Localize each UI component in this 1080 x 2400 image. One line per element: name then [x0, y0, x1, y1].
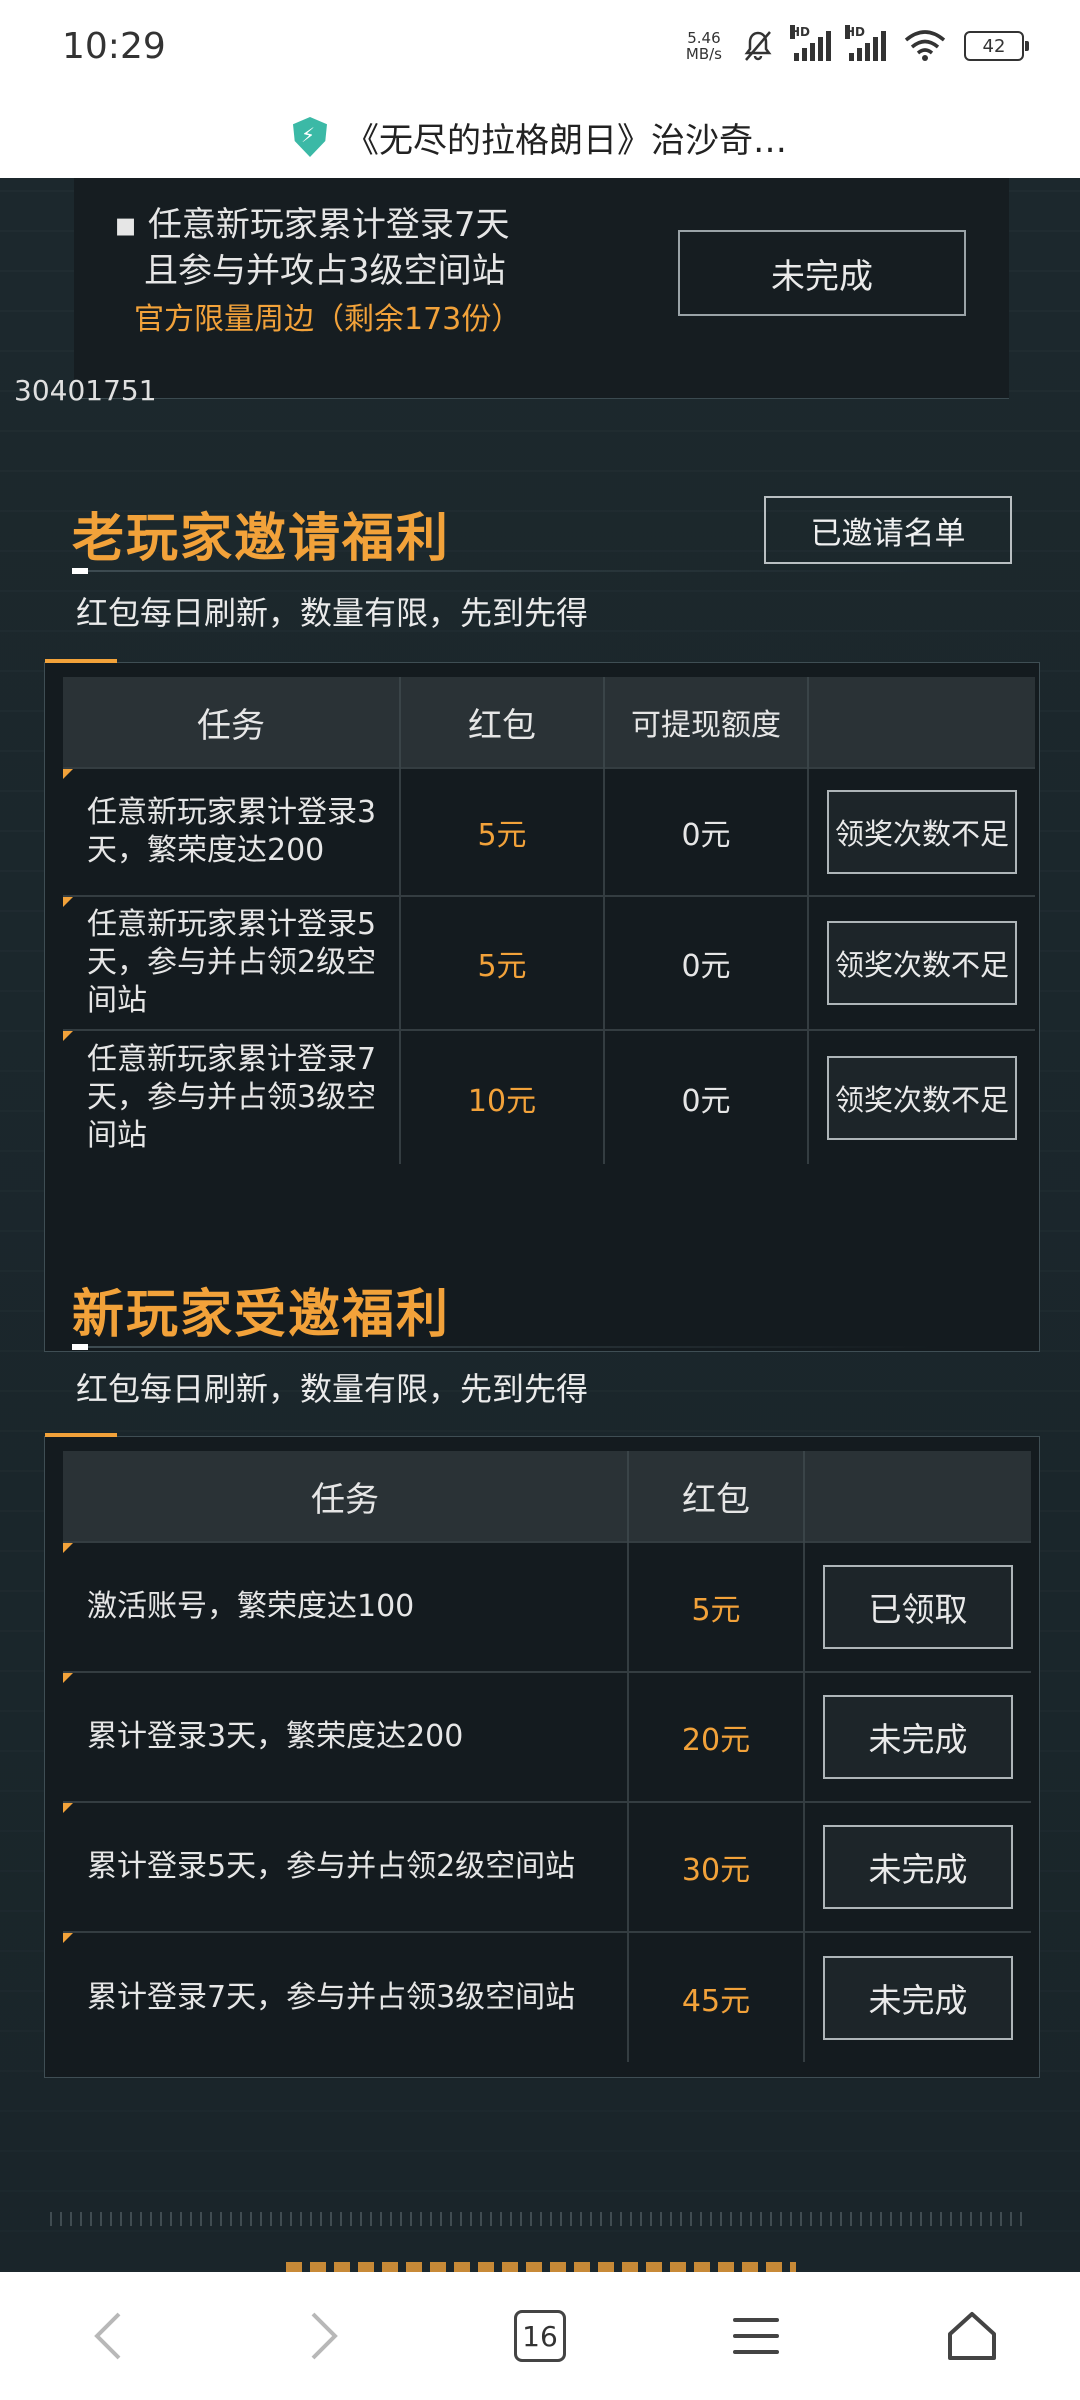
task-cell: 累计登录3天，繁荣度达200 — [63, 1671, 629, 1802]
forward-button[interactable] — [264, 2286, 384, 2386]
back-button[interactable] — [48, 2286, 168, 2386]
task-cell: 任意新玩家累计登录3天，繁荣度达200 — [63, 767, 401, 896]
new-player-table-frame: 任务 红包 激活账号，繁荣度达100 5元 已领取 累计登录3天，繁荣度达200… — [44, 1433, 1040, 2078]
claimed-button[interactable]: 已领取 — [823, 1565, 1013, 1649]
old-player-subtitle: 红包每日刷新，数量有限，先到先得 — [76, 594, 589, 632]
withdraw-cell: 0元 — [604, 895, 809, 1030]
bell-muted-icon — [744, 31, 772, 61]
table-row: 任意新玩家累计登录7天，参与并占领3级空间站 10元 0元 领奖次数不足 — [63, 1029, 1035, 1164]
table-row: 任意新玩家累计登录5天，参与并占领2级空间站 5元 0元 领奖次数不足 — [63, 895, 1035, 1030]
battery-icon: 42 — [964, 31, 1029, 61]
claim-insufficient-button[interactable]: 领奖次数不足 — [827, 1055, 1017, 1140]
top-task-status-button[interactable]: 未完成 — [678, 230, 966, 316]
table-header-row: 任务 红包 可提现额度 — [63, 677, 1035, 768]
page-title-bar: 《无尽的拉格朗日》治沙奇… — [0, 96, 1080, 178]
network-speed: 5.46 MB/s — [685, 29, 722, 63]
status-time: 10:29 — [62, 26, 166, 67]
top-task-reward: 官方限量周边（剩余173份） — [134, 302, 522, 337]
red-packet-cell: 5元 — [400, 767, 605, 896]
menu-button[interactable] — [696, 2286, 816, 2386]
browser-nav-bar: 16 — [0, 2272, 1080, 2400]
decorative-tick-strip — [50, 2212, 1030, 2226]
task-cell: 累计登录7天，参与并占领3级空间站 — [63, 1931, 629, 2062]
shield-lightning-icon — [293, 117, 327, 157]
home-button[interactable] — [912, 2286, 1032, 2386]
task-cell: 激活账号，繁荣度达100 — [63, 1541, 629, 1672]
old-player-table: 任务 红包 可提现额度 任意新玩家累计登录3天，繁荣度达200 5元 0元 领奖… — [63, 677, 1035, 1164]
col-header-action — [804, 1451, 1031, 1542]
claim-insufficient-button[interactable]: 领奖次数不足 — [827, 921, 1017, 1005]
tabs-button[interactable]: 16 — [480, 2286, 600, 2386]
invited-list-button[interactable]: 已邀请名单 — [764, 496, 1012, 564]
new-player-table: 任务 红包 激活账号，繁荣度达100 5元 已领取 累计登录3天，繁荣度达200… — [63, 1451, 1031, 2062]
new-player-section-title: 新玩家受邀福利 — [72, 1285, 451, 1345]
task-cell: 累计登录5天，参与并占领2级空间站 — [63, 1801, 629, 1932]
table-row: 累计登录5天，参与并占领2级空间站 30元 未完成 — [63, 1801, 1031, 1932]
page-title: 《无尽的拉格朗日》治沙奇… — [345, 120, 787, 161]
red-packet-cell: 10元 — [400, 1029, 605, 1164]
table-row: 累计登录3天，繁荣度达200 20元 未完成 — [63, 1671, 1031, 1802]
col-header-withdraw: 可提现额度 — [604, 677, 809, 768]
old-player-section-title: 老玩家邀请福利 — [72, 509, 451, 569]
col-header-action — [808, 677, 1035, 768]
table-row: 累计登录7天，参与并占领3级空间站 45元 未完成 — [63, 1931, 1031, 2062]
red-packet-cell: 30元 — [628, 1801, 805, 1932]
withdraw-cell: 0元 — [604, 1029, 809, 1164]
chevron-left-icon — [94, 2312, 121, 2360]
withdraw-cell: 0元 — [604, 767, 809, 896]
red-packet-cell: 5元 — [628, 1541, 805, 1672]
table-row: 激活账号，繁荣度达100 5元 已领取 — [63, 1541, 1031, 1672]
menu-icon — [733, 2318, 779, 2354]
table-header-row: 任务 红包 — [63, 1451, 1031, 1542]
top-task-text: ▪ 任意新玩家累计登录7天 且参与并攻占3级空间站 — [114, 205, 510, 291]
cell-signal-icon: HD — [790, 25, 831, 61]
new-player-subtitle: 红包每日刷新，数量有限，先到先得 — [76, 1370, 589, 1408]
col-header-task: 任务 — [63, 677, 401, 768]
tab-count: 16 — [514, 2310, 566, 2362]
col-header-red-packet: 红包 — [400, 677, 605, 768]
incomplete-button[interactable]: 未完成 — [823, 1955, 1013, 2040]
task-cell: 任意新玩家累计登录5天，参与并占领2级空间站 — [63, 895, 401, 1030]
incomplete-button[interactable]: 未完成 — [823, 1695, 1013, 1779]
incomplete-button[interactable]: 未完成 — [823, 1825, 1013, 1909]
status-bar: 10:29 5.46 MB/s HD HD 42 — [0, 0, 1080, 96]
cell-signal-icon-2: HD — [845, 25, 886, 61]
home-icon — [948, 2312, 996, 2360]
section-divider — [72, 568, 932, 574]
red-packet-cell: 5元 — [400, 895, 605, 1030]
task-cell: 任意新玩家累计登录7天，参与并占领3级空间站 — [63, 1029, 401, 1164]
red-packet-cell: 20元 — [628, 1671, 805, 1802]
page-content[interactable]: ▪ 任意新玩家累计登录7天 且参与并攻占3级空间站 官方限量周边（剩余173份）… — [0, 178, 1080, 2272]
old-player-table-frame: 任务 红包 可提现额度 任意新玩家累计登录3天，繁荣度达200 5元 0元 领奖… — [44, 659, 1040, 1352]
wifi-icon — [904, 30, 946, 61]
claim-insufficient-button[interactable]: 领奖次数不足 — [827, 790, 1017, 874]
top-task-card: ▪ 任意新玩家累计登录7天 且参与并攻占3级空间站 官方限量周边（剩余173份）… — [74, 178, 1009, 399]
user-id: 30401751 — [14, 374, 157, 407]
table-row: 任意新玩家累计登录3天，繁荣度达200 5元 0元 领奖次数不足 — [63, 767, 1035, 896]
chevron-right-icon — [311, 2312, 338, 2360]
red-packet-cell: 45元 — [628, 1931, 805, 2062]
status-icons: 5.46 MB/s HD HD 42 — [685, 25, 1029, 64]
col-header-task: 任务 — [63, 1451, 629, 1542]
col-header-red-packet: 红包 — [628, 1451, 805, 1542]
section-divider — [72, 1344, 932, 1350]
